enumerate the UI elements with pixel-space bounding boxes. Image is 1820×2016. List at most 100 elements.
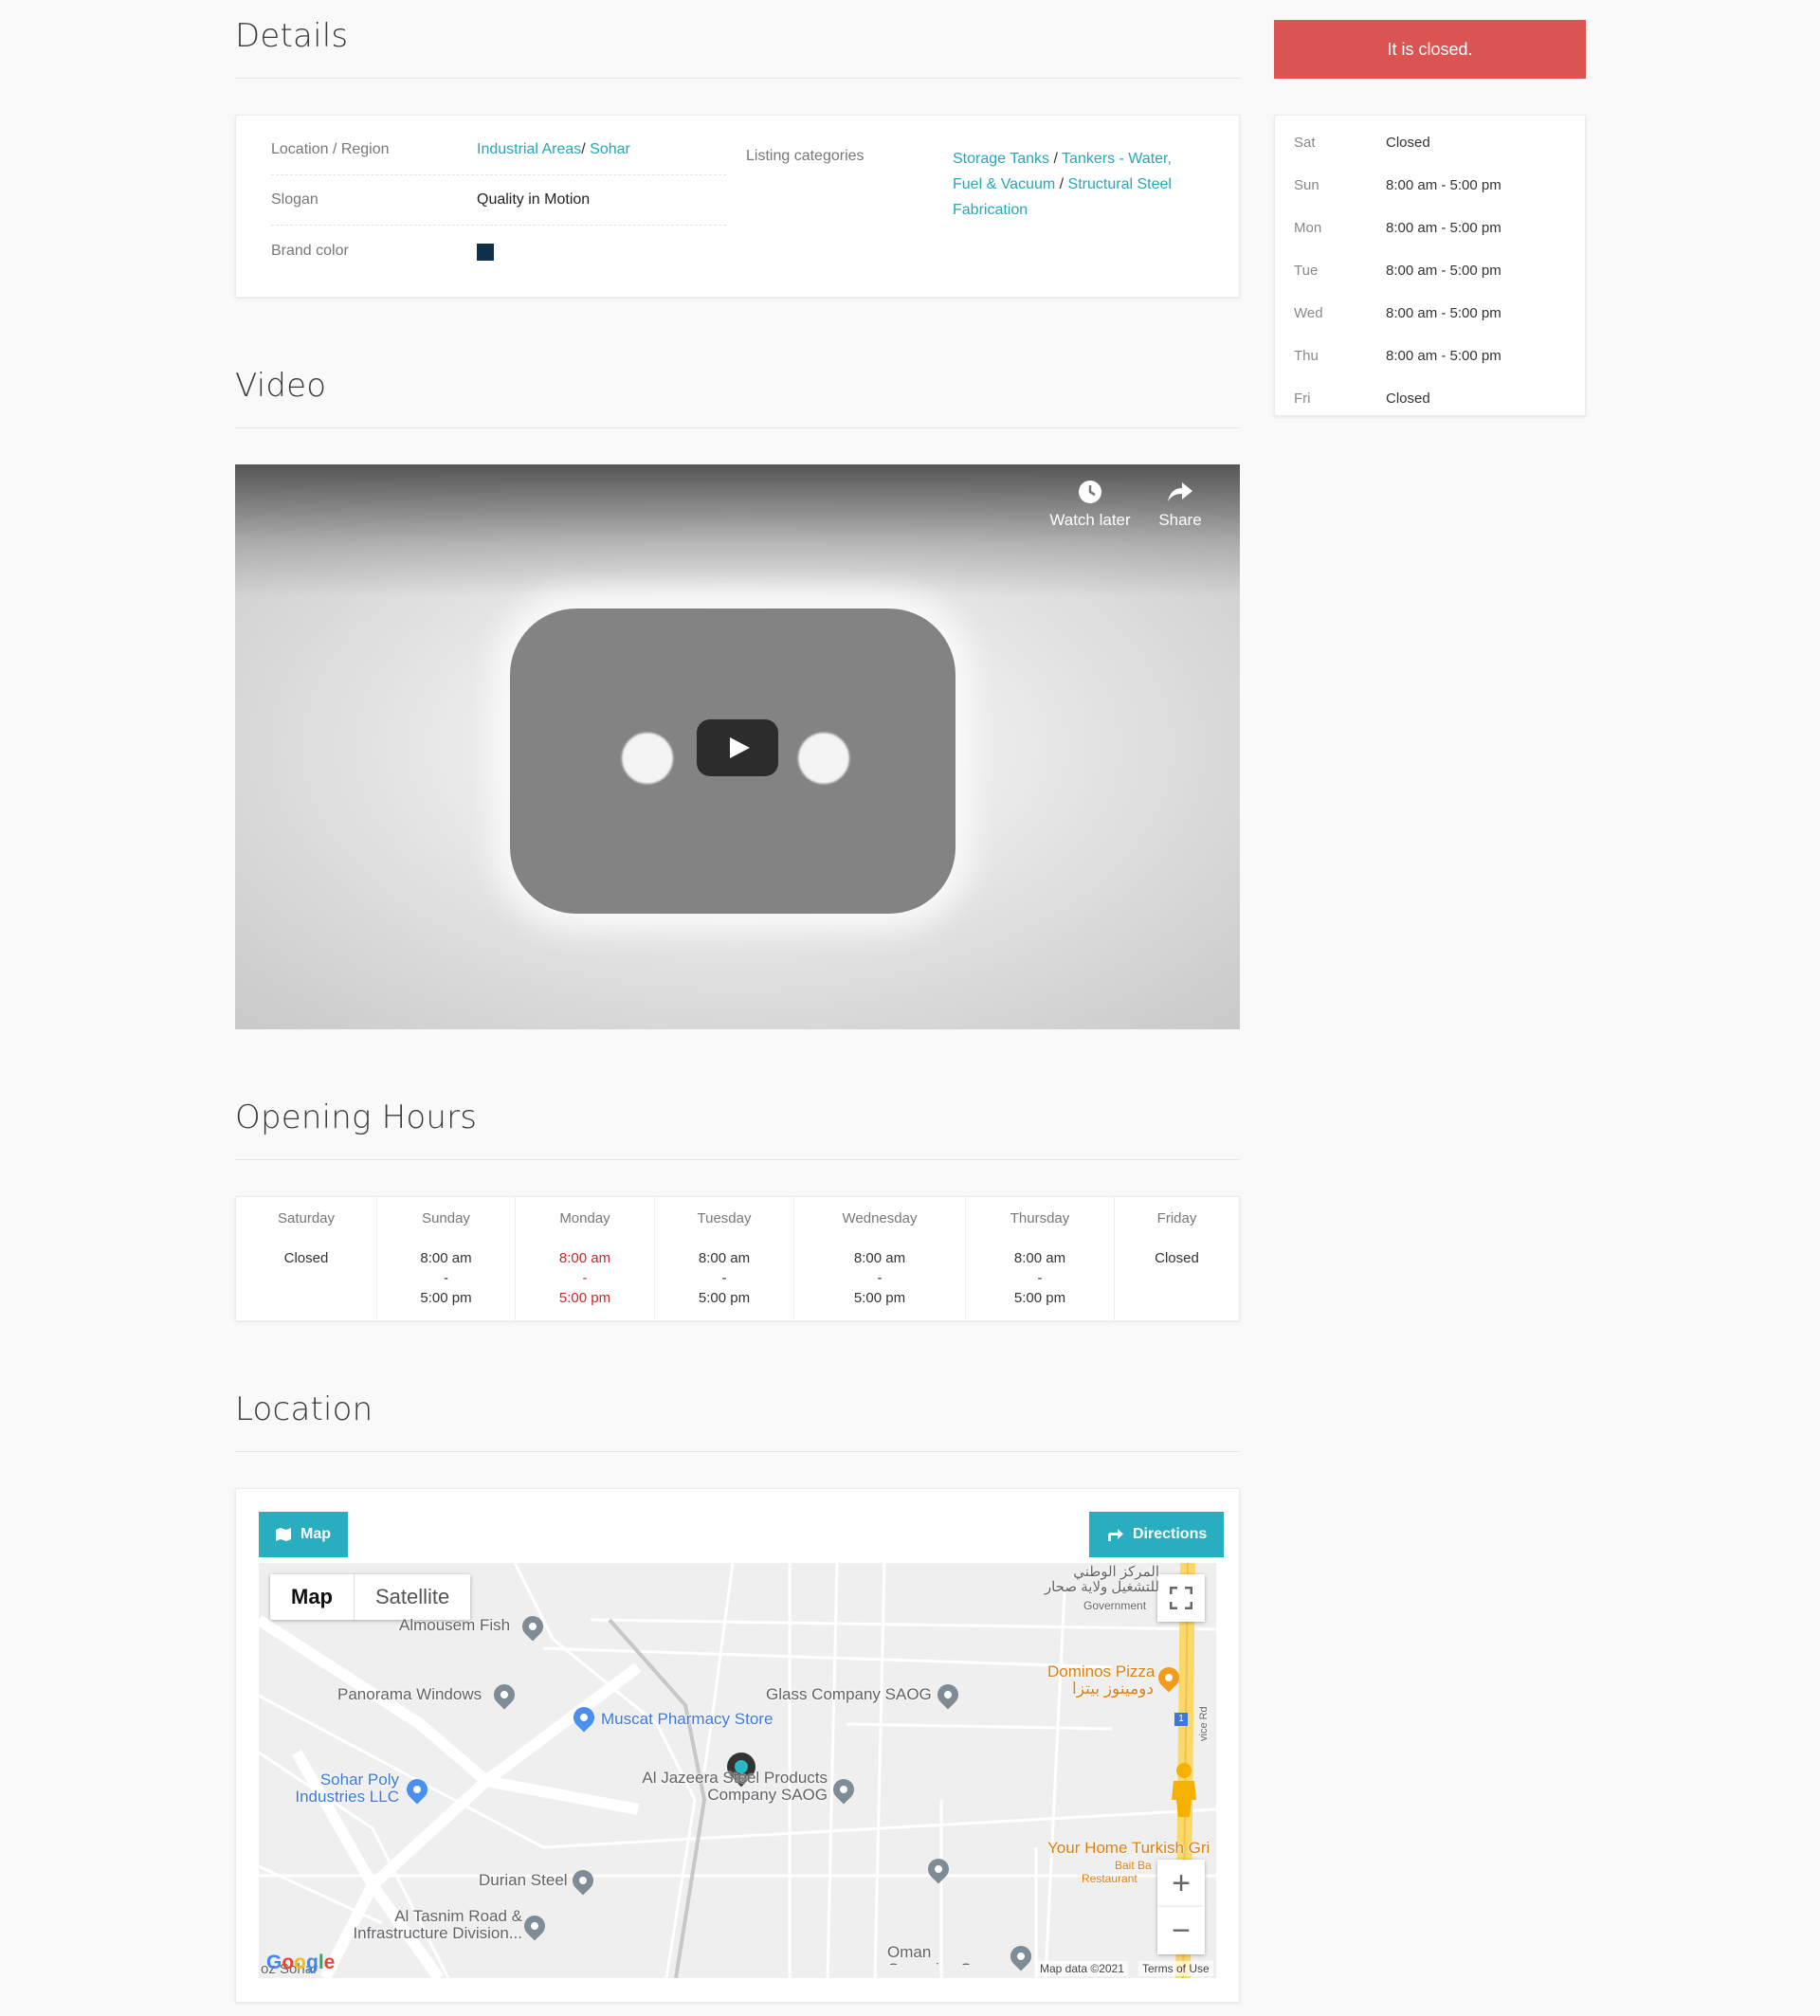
open-time: 8:00 am [1013, 1250, 1066, 1266]
poi-muscat-pharmacy[interactable]: Muscat Pharmacy Store [601, 1711, 773, 1728]
poi-almousem-fish[interactable]: Almousem Fish [399, 1617, 510, 1634]
opening-hours-title: Opening Hours [235, 1099, 478, 1136]
poi-dominos-pizza[interactable]: Dominos Pizza [1047, 1663, 1155, 1680]
map-icon [276, 1528, 291, 1541]
poi-restaurant[interactable]: Restaurant [1082, 1870, 1138, 1887]
video-title: Video [235, 367, 327, 405]
sidebar-day: Thu [1294, 348, 1319, 364]
zoom-in-button[interactable]: + [1157, 1860, 1205, 1907]
open-time: 8:00 am [420, 1250, 472, 1266]
map-type-satellite-button[interactable]: Satellite [355, 1574, 470, 1620]
location-industrial-areas-link[interactable]: Industrial Areas [477, 141, 581, 157]
poi-your-home-turkish[interactable]: Your Home Turkish Gri [1047, 1840, 1210, 1857]
slogan-value: Quality in Motion [477, 191, 591, 208]
open-time: Closed [283, 1250, 329, 1266]
main-content: Details Location / Region Industrial Are… [235, 0, 1240, 2003]
sidebar-hours-row: Thu 8:00 am - 5:00 pm [1275, 335, 1585, 377]
slogan-label: Slogan [271, 191, 318, 208]
poi-glass-company[interactable]: Glass Company SAOG [766, 1686, 932, 1703]
sidebar-time: Closed [1386, 390, 1430, 407]
clock-icon [1079, 481, 1101, 503]
hours-col-tuesday: Tuesday 8:00 am - 5:00 pm [655, 1197, 794, 1320]
day-name: Tuesday [697, 1210, 752, 1226]
brand-color-swatch [477, 243, 494, 261]
close-time: 5:00 pm [853, 1290, 906, 1306]
sidebar-time: 8:00 am - 5:00 pm [1386, 220, 1502, 236]
share-icon [1168, 482, 1192, 501]
categories-label: Listing categories [746, 148, 864, 164]
map-tab-label: Map [300, 1526, 331, 1542]
day-name: Saturday [277, 1210, 336, 1226]
location-header: Location [235, 1373, 1240, 1452]
open-time: 8:00 am [853, 1250, 906, 1266]
poi-sohar-poly[interactable]: Sohar Poly Industries LLC [295, 1771, 399, 1806]
poi-al-tasnim[interactable]: Al Tasnim Road & Infrastructure Division… [342, 1908, 522, 1942]
sidebar-hours-row: Sun 8:00 am - 5:00 pm [1275, 164, 1585, 207]
sidebar-day: Fri [1294, 390, 1311, 407]
watch-later-button[interactable]: Watch later [1047, 479, 1133, 530]
location-title: Location [235, 1390, 373, 1428]
poi-government[interactable]: Government [1083, 1597, 1146, 1614]
sidebar-time: 8:00 am - 5:00 pm [1386, 177, 1502, 193]
hours-col-thursday: Thursday 8:00 am - 5:00 pm [966, 1197, 1115, 1320]
time-dash: - [877, 1270, 883, 1286]
fullscreen-button[interactable] [1157, 1574, 1205, 1622]
poi-al-jazeera-steel[interactable]: Al Jazeera Steel Products Company SAOG [628, 1770, 828, 1804]
map-type-map-button[interactable]: Map [270, 1574, 355, 1620]
day-name: Sunday [422, 1210, 470, 1226]
poi-government-ar[interactable]: المركز الوطني للتشغيل ولاية صحار [1027, 1565, 1159, 1595]
play-button[interactable] [697, 719, 778, 776]
sidebar-day: Sun [1294, 177, 1320, 193]
location-sohar-link[interactable]: Sohar [590, 141, 630, 157]
location-label: Location / Region [271, 141, 390, 157]
map-tab-button[interactable]: Map [259, 1512, 348, 1557]
zoom-out-button[interactable]: − [1157, 1907, 1205, 1954]
hours-col-saturday: Saturday Closed [236, 1197, 377, 1320]
sidebar: It is closed. Sat Closed Sun 8:00 am - 5:0… [1274, 20, 1586, 416]
time-dash: - [444, 1270, 448, 1286]
sidebar-hours-row: Sat Closed [1275, 121, 1585, 164]
video-header: Video [235, 350, 1240, 428]
thumbnail-dot [622, 733, 673, 784]
share-button[interactable]: Share [1138, 479, 1223, 530]
poi-oman-ceramics[interactable]: Oman Ceramics Co SAOG [887, 1944, 1001, 1965]
time-dash: - [1037, 1270, 1043, 1286]
watch-later-label: Watch later [1049, 511, 1131, 529]
sidebar-hours-row: Wed 8:00 am - 5:00 pm [1275, 292, 1585, 335]
plus-icon: + [1172, 1864, 1191, 1901]
location-value: Industrial Areas/ Sohar [477, 141, 630, 157]
day-name: Monday [559, 1210, 610, 1226]
category-storage-tanks-link[interactable]: Storage Tanks [953, 151, 1049, 167]
brand-color-row: Brand color [271, 226, 726, 276]
time-dash: - [721, 1270, 727, 1286]
directions-arrow-icon [1108, 1529, 1123, 1541]
directions-button[interactable]: Directions [1089, 1512, 1225, 1557]
poi-panorama-windows[interactable]: Panorama Windows [337, 1686, 482, 1703]
details-title: Details [235, 17, 349, 55]
sidebar-hours-row: Fri Closed [1275, 377, 1585, 420]
day-name: Wednesday [842, 1210, 918, 1226]
sidebar-day: Tue [1294, 263, 1319, 279]
google-map[interactable]: Map Satellite + − Almousem Fish Panorama… [259, 1563, 1216, 1978]
terms-of-use-link[interactable]: Terms of Use [1138, 1961, 1213, 1976]
poi-durian-steel[interactable]: Durian Steel [479, 1872, 568, 1889]
sidebar-hours-row-today: Mon 8:00 am - 5:00 pm [1275, 207, 1585, 249]
open-time: 8:00 am [558, 1250, 611, 1266]
close-time: 5:00 pm [558, 1290, 611, 1306]
poi-dominos-pizza-ar[interactable]: دومينوز بيتزا [1072, 1680, 1154, 1698]
road-label: vice Rd [1198, 1706, 1210, 1741]
video-player[interactable]: Watch later Share [235, 464, 1240, 1029]
thumbnail-dot [798, 733, 849, 784]
slogan-row: Slogan Quality in Motion [271, 175, 726, 226]
hours-col-friday: Friday Closed [1115, 1197, 1239, 1320]
route-shield: 1 [1174, 1713, 1188, 1726]
minus-icon: − [1172, 1912, 1191, 1949]
sidebar-hours-card: Sat Closed Sun 8:00 am - 5:00 pm Mon 8:00 a… [1274, 115, 1586, 416]
sidebar-time: 8:00 am - 5:00 pm [1386, 305, 1502, 321]
opening-hours-table: Saturday Closed Sunday 8:00 am - 5:00 pm… [235, 1196, 1240, 1321]
sidebar-time: 8:00 am - 5:00 pm [1386, 348, 1502, 364]
street-view-pegman-icon[interactable] [1169, 1762, 1199, 1819]
day-name: Friday [1156, 1210, 1197, 1226]
sidebar-time: Closed [1386, 135, 1430, 151]
close-time: 5:00 pm [698, 1290, 751, 1306]
